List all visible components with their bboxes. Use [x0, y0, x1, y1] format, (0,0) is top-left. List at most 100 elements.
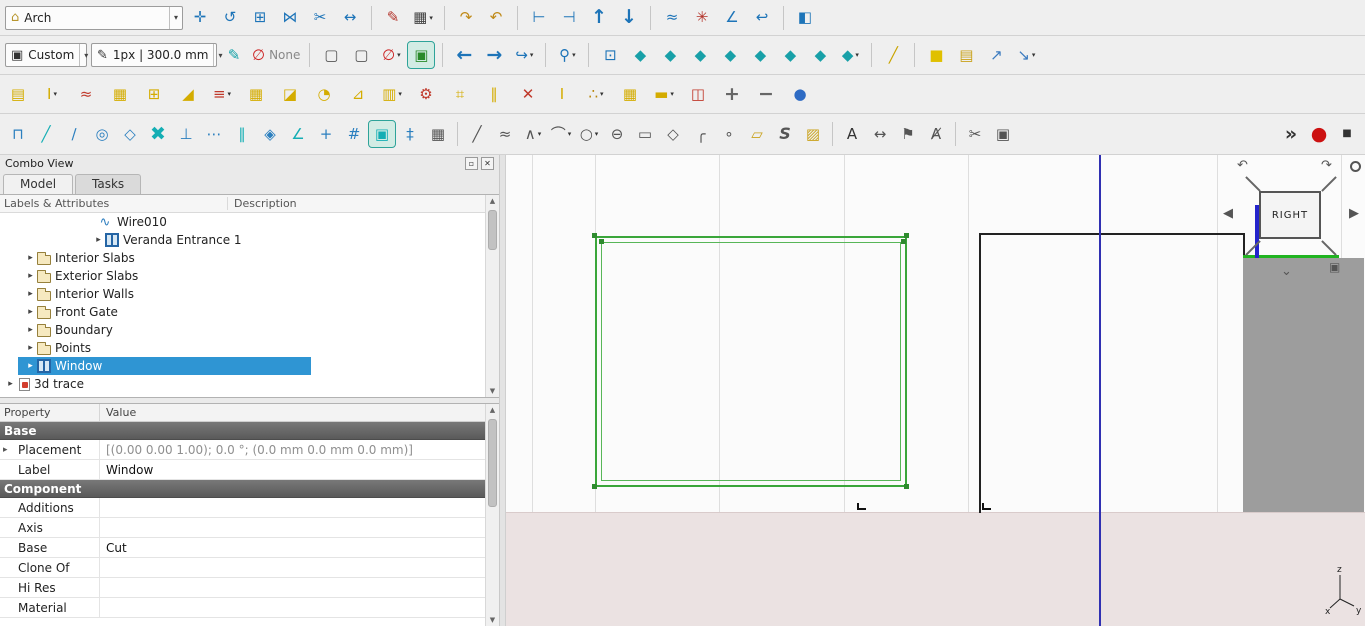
snap-angle-icon[interactable]: ◇ [117, 121, 143, 147]
rotate-icon[interactable]: ↺ [217, 5, 243, 31]
axis-icon[interactable]: ≡▾ [209, 81, 235, 107]
wall-icon[interactable]: ▤ [5, 81, 31, 107]
paste-icon[interactable]: ▣ [990, 121, 1016, 147]
nav-down-chevron-icon[interactable]: ⌄ [1281, 265, 1292, 278]
panel-icon[interactable]: ▥▾ [379, 81, 405, 107]
sketch-to-draft-icon[interactable]: ↶ [483, 5, 509, 31]
macro-stop-icon[interactable]: ■ [1334, 121, 1360, 147]
link-selection-icon[interactable]: ▣ [408, 42, 434, 68]
mini-cube-icon[interactable]: ▣ [1329, 261, 1340, 273]
box-selection-icon[interactable]: ▢ [348, 42, 374, 68]
slope-icon[interactable]: ∠ [719, 5, 745, 31]
fence-icon[interactable]: ∥ [481, 81, 507, 107]
expand-arrow-icon[interactable]: ▸ [24, 271, 37, 281]
expand-arrow-icon[interactable]: ▸ [24, 307, 37, 317]
sketch-vertex[interactable] [904, 484, 909, 489]
scroll-down-arrow-icon[interactable]: ▼ [486, 385, 499, 397]
tree-item-points[interactable]: ▸Points [0, 339, 499, 357]
bspline-icon[interactable]: ≈ [492, 121, 518, 147]
nav-cube-face-right[interactable]: RIGHT [1259, 191, 1321, 239]
tab-tasks[interactable]: Tasks [75, 174, 141, 194]
wall-edge-horizontal[interactable] [979, 233, 1245, 235]
expand-arrow-icon[interactable]: ▸ [24, 253, 37, 263]
truss-icon[interactable]: ✕ [515, 81, 541, 107]
view-top-icon[interactable]: ◆ [687, 42, 713, 68]
selection-filter-icon[interactable]: ∅▾ [378, 42, 404, 68]
workbench-selector[interactable]: ⌂ Arch ▾ [5, 6, 183, 30]
line-icon[interactable]: ╱ [464, 121, 490, 147]
offset-icon[interactable]: ⊞ [247, 5, 273, 31]
downgrade-icon[interactable]: ↓ [616, 5, 642, 31]
annotation-style-icon[interactable]: Ⱥ [923, 121, 949, 147]
add-component-icon[interactable]: + [719, 81, 745, 107]
snap-lock-icon[interactable]: ⊓ [5, 121, 31, 147]
arc-icon[interactable]: ⌒▾ [548, 121, 574, 147]
scroll-up-arrow-icon[interactable]: ▲ [486, 404, 499, 416]
autogroup-button[interactable]: ∅None [251, 42, 301, 68]
line-width-selector[interactable]: ✎ 1px | 300.0 mm ▾ [91, 43, 217, 67]
zoom-icon[interactable]: ⚲▾ [554, 42, 580, 68]
structure-icon[interactable]: I▾ [39, 81, 65, 107]
snap-endpoint-icon[interactable]: ╱ [33, 121, 59, 147]
window-sketch-inner-outline[interactable] [601, 242, 901, 481]
property-value[interactable]: [(0.00 0.00 1.00); 0.0 °; (0.0 mm 0.0 mm… [100, 440, 499, 459]
view-rear-icon[interactable]: ◆ [747, 42, 773, 68]
property-scrollbar[interactable]: ▲ ▼ [485, 404, 499, 626]
view-right-icon[interactable]: ◆ [717, 42, 743, 68]
rectangle-icon[interactable]: ▭ [632, 121, 658, 147]
draft-tray-pen-icon[interactable]: ✎ [221, 42, 247, 68]
snap-grid-icon[interactable]: # [341, 121, 367, 147]
box-element-selection-icon[interactable]: ▢ [318, 42, 344, 68]
nav-forward-icon[interactable]: → [481, 42, 507, 68]
sketch-vertex[interactable] [599, 239, 604, 244]
float-panel-button[interactable]: ▫ [465, 157, 478, 170]
text-icon[interactable]: A [839, 121, 865, 147]
tree-item-front-gate[interactable]: ▸Front Gate [0, 303, 499, 321]
draft-edit-icon[interactable]: ✎ [380, 5, 406, 31]
wall-edge-vertical[interactable] [979, 233, 981, 513]
tree-item-boundary[interactable]: ▸Boundary [0, 321, 499, 339]
snap-near-icon[interactable]: ∠ [285, 121, 311, 147]
ellipse-icon[interactable]: ⊖ [604, 121, 630, 147]
dimension-icon[interactable]: ↔ [867, 121, 893, 147]
tree-item-3d-trace[interactable]: ▸3d trace [0, 375, 499, 393]
tree-scrollbar[interactable]: ▲ ▼ [485, 195, 499, 397]
property-value[interactable] [100, 578, 499, 597]
tree-item-exterior-slabs[interactable]: ▸Exterior Slabs [0, 267, 499, 285]
join-icon[interactable]: ⊢ [526, 5, 552, 31]
part-icon[interactable]: ■ [923, 42, 949, 68]
fit-all-icon[interactable]: ⊡ [597, 42, 623, 68]
snap-ortho-icon[interactable]: + [313, 121, 339, 147]
scrollbar-thumb[interactable] [488, 419, 497, 507]
group-icon[interactable]: ▤ [953, 42, 979, 68]
hatch-icon[interactable]: ▨ [800, 121, 826, 147]
cut-plane-icon[interactable]: ◫ [685, 81, 711, 107]
tree-item-wire010[interactable]: ∿Wire010 [0, 213, 499, 231]
snap-special-icon[interactable]: ◈ [257, 121, 283, 147]
polygon-icon[interactable]: ◇ [660, 121, 686, 147]
polyline-icon[interactable]: ∧▾ [520, 121, 546, 147]
survey-icon[interactable]: ● [787, 81, 813, 107]
sketch-vertex[interactable] [592, 233, 597, 238]
remove-component-icon[interactable]: − [753, 81, 779, 107]
rebar-icon[interactable]: ≈ [73, 81, 99, 107]
point-icon[interactable]: ∘ [716, 121, 742, 147]
draft-to-sketch-icon[interactable]: ↷ [453, 5, 479, 31]
sketch-vertex[interactable] [901, 239, 906, 244]
scroll-down-arrow-icon[interactable]: ▼ [486, 614, 499, 626]
tree-item-window[interactable]: ▸Window [0, 357, 499, 375]
schedule-icon[interactable]: ▦ [617, 81, 643, 107]
make-link-icon[interactable]: ↗ [983, 42, 1009, 68]
roof-icon[interactable]: ◢ [175, 81, 201, 107]
window-tool-icon[interactable]: ⊞ [141, 81, 167, 107]
snap-parallel-icon[interactable]: ∥ [229, 121, 255, 147]
view-bottom-icon[interactable]: ◆ [777, 42, 803, 68]
property-value[interactable] [100, 558, 499, 577]
scrollbar-thumb[interactable] [488, 210, 497, 250]
working-plane-axis-line[interactable] [1099, 155, 1101, 626]
close-panel-button[interactable]: ✕ [481, 157, 494, 170]
mirror-icon[interactable]: ⋈ [277, 5, 303, 31]
view-axonometric-icon[interactable]: ◆▾ [837, 42, 863, 68]
nav-left-arrow-icon[interactable]: ◀ [1223, 207, 1233, 220]
split-icon[interactable]: ⊣ [556, 5, 582, 31]
